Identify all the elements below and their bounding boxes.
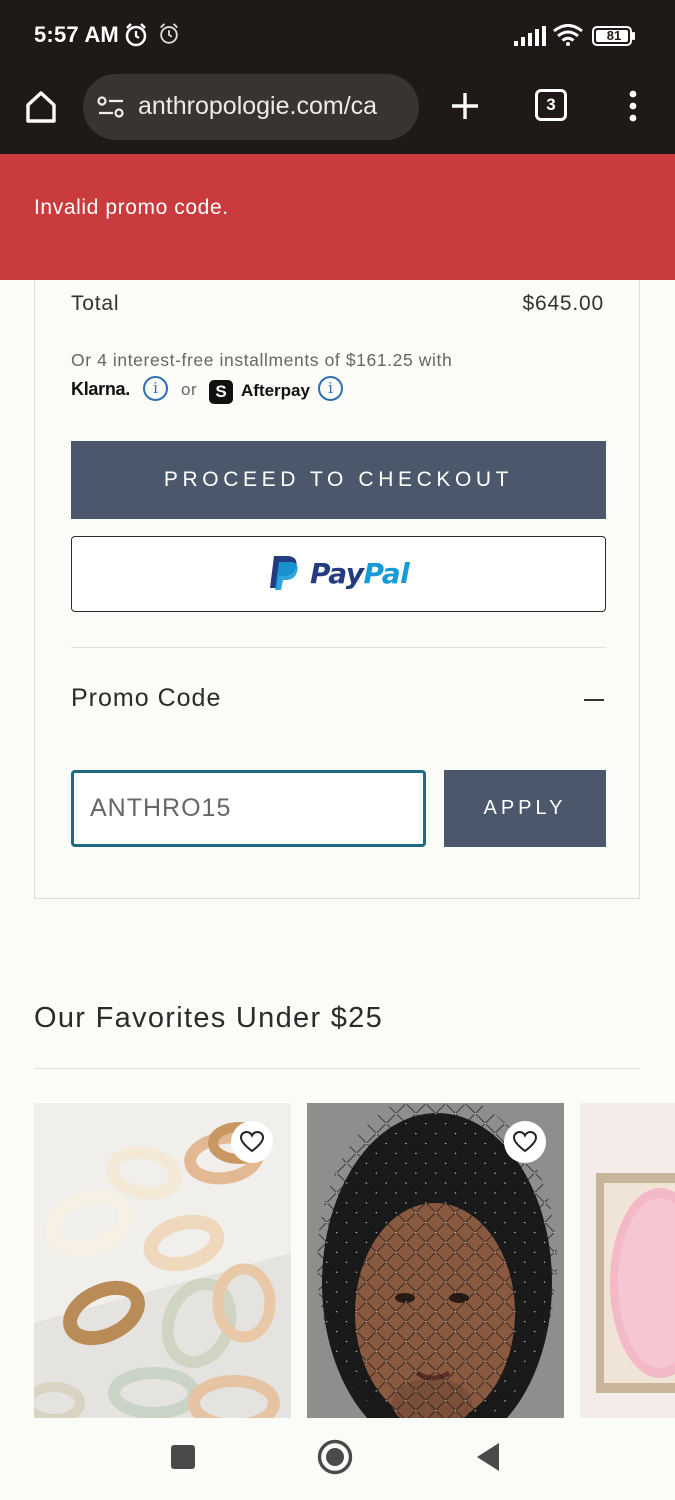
recents-square-icon[interactable] [171,1445,195,1469]
minus-collapse-icon[interactable] [584,699,604,701]
divider [34,1068,640,1069]
bnpl-options: Klarna. i or S Afterpay i [71,376,471,406]
system-nav-bar [0,1418,675,1500]
url-text: anthropologie.com/ca [138,92,378,120]
afterpay-logo: Afterpay [241,381,310,400]
promo-code-title[interactable]: Promo Code [71,684,221,713]
home-icon[interactable] [24,90,58,124]
or-text: or [181,380,198,399]
wishlist-button[interactable] [231,1121,273,1163]
wifi-icon [553,24,583,46]
site-settings-icon[interactable] [97,96,125,118]
battery-level: 81 [606,28,622,43]
klarna-info-icon[interactable]: i [143,376,168,401]
klarna-logo: Klarna. [71,379,130,399]
tab-count: 3 [546,95,556,114]
product-image [580,1103,675,1418]
error-banner: Invalid promo code. [0,154,675,280]
tabs-icon[interactable]: 3 [535,89,567,121]
proceed-to-checkout-button[interactable]: PROCEED TO CHECKOUT [71,441,606,519]
afterpay-info-icon[interactable]: i [318,376,343,401]
total-value: $645.00 [522,292,604,315]
address-bar[interactable]: anthropologie.com/ca [83,74,419,140]
promo-code-input[interactable] [71,770,426,847]
product-card-hair-ties[interactable] [34,1103,291,1418]
new-tab-icon[interactable] [450,91,480,121]
order-summary-card: Total $645.00 Or 4 interest-free install… [34,280,640,899]
paypal-wordmark: PayPal [310,557,410,590]
paypal-button[interactable]: PayPal [71,536,606,612]
back-triangle-icon[interactable] [476,1442,500,1472]
status-time: 5:57 AM [34,22,119,47]
alarm-icon [125,23,147,47]
more-menu-icon[interactable] [628,90,638,122]
apply-button[interactable]: APPLY [444,770,606,847]
total-label: Total [71,292,120,315]
favorites-section-title: Our Favorites Under $25 [34,1002,384,1034]
status-bar: 5:57 AM 81 [0,0,675,68]
product-card-face-mask[interactable] [580,1103,675,1418]
afterpay-icon: S [209,380,233,404]
heart-icon [240,1131,264,1153]
browser-toolbar: anthropologie.com/ca 3 [0,68,675,154]
signal-icon [514,26,546,46]
paypal-logo-icon [270,556,298,590]
divider [71,647,606,648]
heart-icon [513,1131,537,1153]
paypal-pal-text: Pal [363,557,410,590]
error-message: Invalid promo code. [34,196,229,219]
home-circle-icon[interactable] [317,1439,353,1475]
installments-text: Or 4 interest-free installments of $161.… [71,350,453,370]
paypal-pay-text: Pay [310,557,364,590]
product-card-hair-veil[interactable] [307,1103,564,1418]
wishlist-button[interactable] [504,1121,546,1163]
alarm-outline-icon [160,23,178,44]
